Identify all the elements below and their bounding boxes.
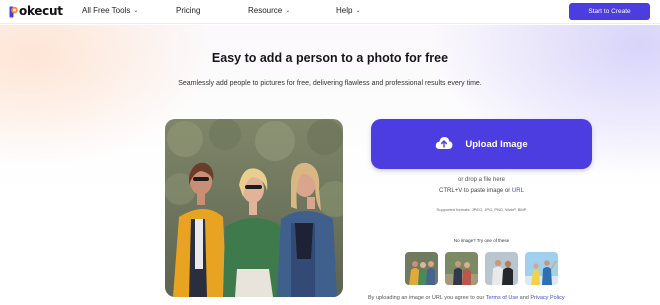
terms-prefix: By uploading an image or URL you agree t…	[368, 295, 485, 301]
upload-image-button[interactable]: Upload Image	[371, 119, 592, 169]
chevron-down-icon: ⌄	[355, 8, 361, 14]
nav-label: All Free Tools	[82, 6, 131, 15]
logo-text: okecut	[19, 4, 63, 18]
privacy-policy-link[interactable]: Privacy Policy	[530, 295, 564, 301]
supported-formats: Supported formats: JPEG, JPG, PNG, WebP,…	[436, 207, 527, 212]
cloud-upload-icon	[435, 136, 453, 153]
page-title: Easy to add a person to a photo for free	[211, 51, 449, 65]
sample-image-3[interactable]	[485, 252, 518, 285]
nav-pricing[interactable]: Pricing	[176, 6, 200, 15]
chevron-down-icon: ⌄	[285, 8, 291, 14]
nav-label: Pricing	[176, 6, 201, 15]
nav-help[interactable]: Help ⌄	[336, 6, 360, 15]
nav-label: Help	[336, 6, 353, 15]
example-photo	[165, 119, 343, 297]
top-navbar: okecut All Free Tools ⌄ Pricing Resource…	[0, 0, 660, 24]
paste-hint-text: CTRL+V to paste image or	[439, 188, 511, 194]
logo-mark-icon	[9, 5, 18, 18]
upload-button-label: Upload Image	[465, 138, 528, 150]
page-subtitle: Seamlessly add people to pictures for fr…	[178, 80, 482, 87]
terms-notice: By uploading an image or URL you agree t…	[368, 295, 565, 301]
start-to-create-button[interactable]: Start to Create	[569, 3, 650, 20]
sample-image-4[interactable]	[525, 252, 558, 285]
nav-all-free-tools[interactable]: All Free Tools ⌄	[82, 6, 138, 15]
nav-resource[interactable]: Resource ⌄	[248, 6, 290, 15]
terms-and: and	[519, 295, 529, 301]
sample-image-2[interactable]	[445, 252, 478, 285]
terms-of-use-link[interactable]: Terms of Use	[486, 295, 518, 301]
url-link[interactable]: URL	[512, 188, 524, 194]
paste-hint: CTRL+V to paste image or URL	[371, 188, 592, 194]
drop-hint: or drop a file here	[457, 177, 506, 183]
chevron-down-icon: ⌄	[133, 8, 139, 14]
sample-image-1[interactable]	[405, 252, 438, 285]
sample-prompt: No image? Try one of these	[453, 238, 510, 243]
nav-label: Resource	[248, 6, 283, 15]
sample-images	[405, 252, 558, 285]
logo[interactable]: okecut	[9, 4, 63, 18]
